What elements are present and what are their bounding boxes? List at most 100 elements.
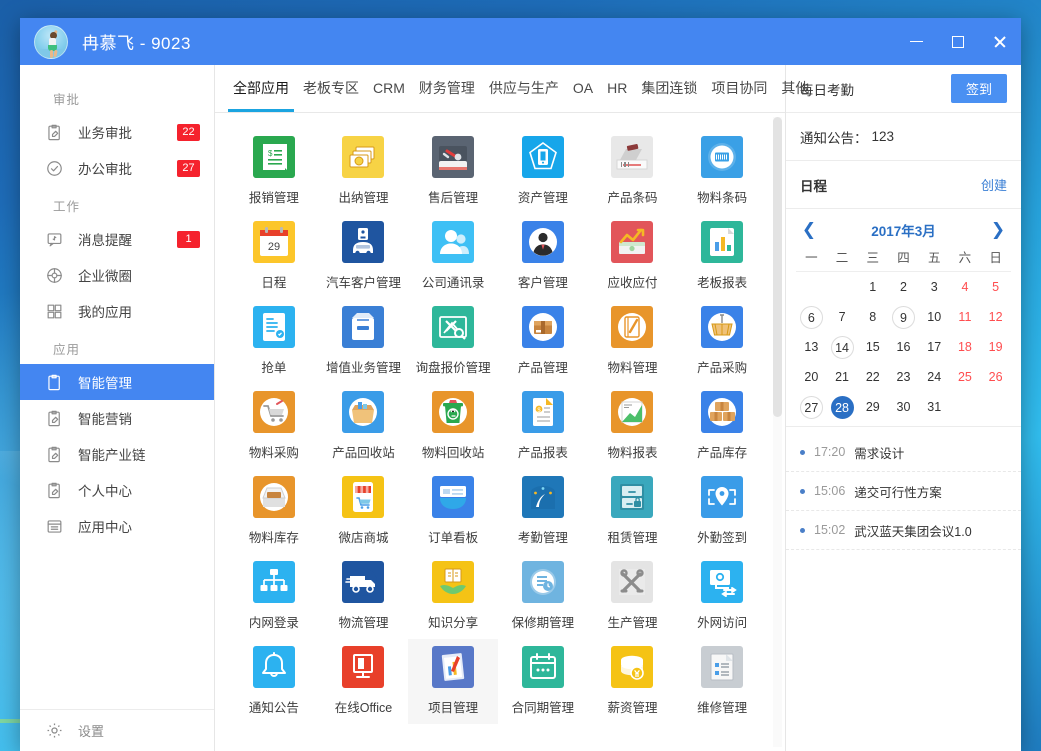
- app-tile[interactable]: 汽车客户管理: [319, 214, 409, 299]
- calendar-day-cell[interactable]: 11: [950, 302, 981, 332]
- app-tile[interactable]: 项目管理: [408, 639, 498, 724]
- sidebar-item-1-2[interactable]: 我的应用: [20, 293, 214, 329]
- app-tile[interactable]: 询盘报价管理: [408, 299, 498, 384]
- app-tile[interactable]: 订单看板: [408, 469, 498, 554]
- minimize-button[interactable]: [895, 18, 937, 65]
- chevron-left-icon[interactable]: ❮: [796, 220, 822, 240]
- calendar-day-cell[interactable]: 5: [980, 272, 1011, 302]
- calendar-day-cell[interactable]: 15: [857, 332, 888, 362]
- tab-9[interactable]: 其他: [776, 65, 814, 112]
- app-tile[interactable]: 物料采购: [229, 384, 319, 469]
- calendar-day-cell[interactable]: 23: [888, 362, 919, 392]
- tab-1[interactable]: 老板专区: [298, 65, 364, 112]
- app-tile[interactable]: 产品回收站: [319, 384, 409, 469]
- calendar-day-cell[interactable]: 6: [796, 302, 827, 332]
- sidebar-item-2-4[interactable]: 应用中心: [20, 508, 214, 544]
- calendar-day-cell[interactable]: 7: [827, 302, 858, 332]
- tab-8[interactable]: 项目协同: [706, 65, 772, 112]
- schedule-item[interactable]: 15:02 武汉蓝天集团会议1.0: [786, 511, 1021, 550]
- app-tile[interactable]: 通知公告: [229, 639, 319, 724]
- calendar-day-cell[interactable]: 30: [888, 392, 919, 422]
- app-tile[interactable]: 合同期管理: [498, 639, 588, 724]
- calendar-day-cell[interactable]: 2: [888, 272, 919, 302]
- chevron-right-icon[interactable]: ❯: [985, 220, 1011, 240]
- calendar-day-cell[interactable]: 12: [980, 302, 1011, 332]
- tab-2[interactable]: CRM: [368, 65, 410, 112]
- app-tile[interactable]: 物流管理: [319, 554, 409, 639]
- tab-0[interactable]: 全部应用: [228, 65, 294, 112]
- calendar-day-cell[interactable]: 27: [796, 392, 827, 422]
- app-tile[interactable]: 客户管理: [498, 214, 588, 299]
- calendar-day-cell[interactable]: 13: [796, 332, 827, 362]
- calendar-day-cell[interactable]: 31: [919, 392, 950, 422]
- app-tile[interactable]: 微店商城: [319, 469, 409, 554]
- app-grid-scrollbar-thumb[interactable]: [773, 117, 782, 417]
- calendar-day-cell[interactable]: 4: [950, 272, 981, 302]
- tab-3[interactable]: 财务管理: [414, 65, 480, 112]
- app-tile[interactable]: 薪资管理: [588, 639, 678, 724]
- calendar-day-cell[interactable]: 28: [827, 392, 858, 422]
- calendar-day-cell[interactable]: 21: [827, 362, 858, 392]
- app-tile[interactable]: 外网访问: [677, 554, 767, 639]
- sidebar-item-0-1[interactable]: 办公审批 27: [20, 150, 214, 186]
- calendar-day-cell[interactable]: 14: [827, 332, 858, 362]
- calendar-day-cell[interactable]: 3: [919, 272, 950, 302]
- app-tile[interactable]: 售后管理: [408, 129, 498, 214]
- app-tile[interactable]: 应收应付: [588, 214, 678, 299]
- sidebar-item-1-1[interactable]: 企业微圈: [20, 257, 214, 293]
- calendar-day-cell[interactable]: 1: [857, 272, 888, 302]
- maximize-button[interactable]: [937, 18, 979, 65]
- app-tile[interactable]: 租赁管理: [588, 469, 678, 554]
- app-tile[interactable]: 29 日程: [229, 214, 319, 299]
- calendar-day-cell[interactable]: 17: [919, 332, 950, 362]
- tab-4[interactable]: 供应与生产: [484, 65, 564, 112]
- app-tile[interactable]: 增值业务管理: [319, 299, 409, 384]
- calendar-day-cell[interactable]: 9: [888, 302, 919, 332]
- app-tile[interactable]: $ 产品报表: [498, 384, 588, 469]
- calendar-day-cell[interactable]: 19: [980, 332, 1011, 362]
- create-schedule-link[interactable]: 创建: [981, 175, 1007, 194]
- app-tile[interactable]: 考勤管理: [498, 469, 588, 554]
- calendar-day-cell[interactable]: 8: [857, 302, 888, 332]
- app-tile[interactable]: 物料管理: [588, 299, 678, 384]
- app-tile[interactable]: 维修管理: [677, 639, 767, 724]
- app-tile[interactable]: 外勤签到: [677, 469, 767, 554]
- calendar-day-cell[interactable]: 22: [857, 362, 888, 392]
- calendar-day-cell[interactable]: 25: [950, 362, 981, 392]
- app-tile[interactable]: 物料报表: [588, 384, 678, 469]
- app-tile[interactable]: 出纳管理: [319, 129, 409, 214]
- sidebar-item-2-0[interactable]: 智能管理: [20, 364, 214, 400]
- app-tile[interactable]: 产品管理: [498, 299, 588, 384]
- tab-7[interactable]: 集团连锁: [636, 65, 702, 112]
- calendar-day-cell[interactable]: 20: [796, 362, 827, 392]
- schedule-item[interactable]: 15:06 递交可行性方案: [786, 472, 1021, 511]
- sidebar-item-2-2[interactable]: 智能产业链: [20, 436, 214, 472]
- app-tile[interactable]: 老板报表: [677, 214, 767, 299]
- tab-5[interactable]: OA: [568, 65, 598, 112]
- calendar-day-cell[interactable]: 16: [888, 332, 919, 362]
- calendar-day-cell[interactable]: 10: [919, 302, 950, 332]
- calendar-day-cell[interactable]: 24: [919, 362, 950, 392]
- calendar-day-cell[interactable]: 29: [857, 392, 888, 422]
- notice-row[interactable]: 通知公告： 123: [786, 113, 1021, 161]
- sidebar-item-1-0[interactable]: 消息提醒 1: [20, 221, 214, 257]
- app-tile[interactable]: 物料库存: [229, 469, 319, 554]
- app-tile[interactable]: 物料回收站: [408, 384, 498, 469]
- calendar-day-cell[interactable]: 26: [980, 362, 1011, 392]
- app-tile[interactable]: 产品库存: [677, 384, 767, 469]
- close-button[interactable]: [979, 18, 1021, 65]
- app-tile[interactable]: 知识分享: [408, 554, 498, 639]
- app-tile[interactable]: 公司通讯录: [408, 214, 498, 299]
- app-tile[interactable]: 保修期管理: [498, 554, 588, 639]
- sidebar-item-2-3[interactable]: 个人中心: [20, 472, 214, 508]
- tab-6[interactable]: HR: [602, 65, 632, 112]
- app-tile[interactable]: 在线Office: [319, 639, 409, 724]
- app-tile[interactable]: $ 报销管理: [229, 129, 319, 214]
- sidebar-item-2-1[interactable]: 智能营销: [20, 400, 214, 436]
- app-tile[interactable]: 抢单: [229, 299, 319, 384]
- calendar-day-cell[interactable]: 18: [950, 332, 981, 362]
- app-tile[interactable]: 物料条码: [677, 129, 767, 214]
- sidebar-item-settings[interactable]: 设置: [20, 709, 214, 751]
- avatar[interactable]: [34, 24, 68, 59]
- sidebar-item-0-0[interactable]: 业务审批 22: [20, 114, 214, 150]
